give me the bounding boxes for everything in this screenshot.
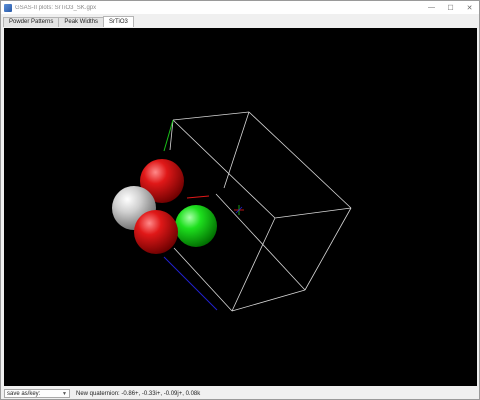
maximize-button[interactable]: ☐ <box>441 1 460 14</box>
tab-peak-widths[interactable]: Peak Widths <box>58 17 105 27</box>
save-key-select[interactable]: save as/key: ▼ <box>4 389 70 398</box>
cell-edge <box>231 289 306 312</box>
tab-powder-patterns[interactable]: Powder Patterns <box>3 17 60 27</box>
cell-edge <box>172 111 250 121</box>
cell-edge <box>215 193 306 291</box>
quaternion-status: New quaternion: -0.86+, -0.33i+, -0.09j+… <box>76 390 201 397</box>
structure-drawing[interactable] <box>4 28 477 386</box>
close-button[interactable]: ✕ <box>460 1 479 14</box>
window-title: GSAS-II plots: SrTiO3_SK.gpx <box>15 4 97 11</box>
structure-3d-canvas[interactable] <box>4 28 477 386</box>
cell-edge <box>223 111 250 189</box>
plot-window: GSAS-II plots: SrTiO3_SK.gpx — ☐ ✕ Powde… <box>0 0 480 400</box>
cell-edge <box>274 207 352 219</box>
title-bar: GSAS-II plots: SrTiO3_SK.gpx — ☐ ✕ <box>1 1 479 14</box>
cell-edge <box>304 207 352 291</box>
atom-ti[interactable] <box>175 205 217 247</box>
cell-edge <box>231 217 276 312</box>
app-icon <box>4 3 12 12</box>
view-center-marker <box>234 205 244 215</box>
cell-edge <box>173 247 233 312</box>
atom-o-bottom[interactable] <box>134 210 178 254</box>
minimize-button[interactable]: — <box>422 1 441 14</box>
save-key-select-value: save as/key: <box>7 390 41 397</box>
a-axis-line <box>186 195 210 199</box>
c-axis-line <box>163 256 218 311</box>
cell-edge <box>172 119 276 219</box>
window-controls: — ☐ ✕ <box>422 1 479 14</box>
status-bar: save as/key: ▼ New quaternion: -0.86+, -… <box>1 388 479 399</box>
tab-srtio3[interactable]: SrTiO3 <box>103 16 134 27</box>
plot-tab-bar: Powder Patterns Peak Widths SrTiO3 <box>3 16 134 27</box>
cell-edge <box>248 111 352 209</box>
chevron-down-icon: ▼ <box>62 390 67 397</box>
